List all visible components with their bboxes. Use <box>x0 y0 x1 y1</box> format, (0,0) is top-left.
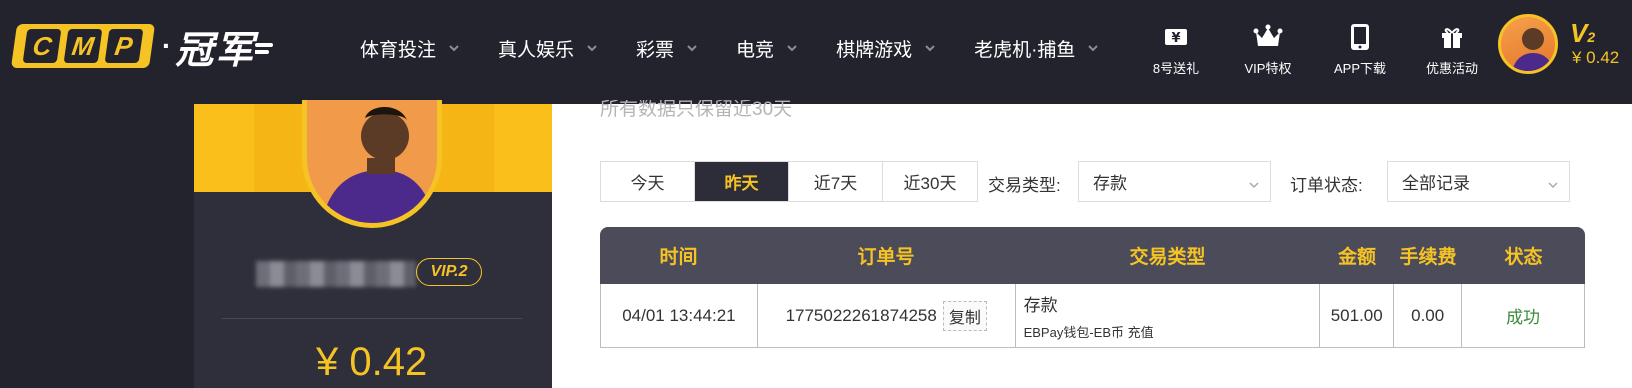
order-status-label: 订单状态: <box>1290 176 1363 195</box>
chevron-down-icon <box>1248 176 1260 196</box>
date-filter-today[interactable]: 今天 <box>601 162 695 201</box>
tool-promotions[interactable]: 优惠活动 <box>1406 22 1498 77</box>
nav-item-label: 老虎机·捕鱼 <box>974 39 1076 61</box>
date-filter-7days[interactable]: 近7天 <box>789 162 883 201</box>
vip-badge: VIP.2 <box>416 258 482 286</box>
tool-label: APP下载 <box>1333 61 1386 76</box>
nav-item-label: 彩票 <box>636 39 675 61</box>
tool-label: 8号送礼 <box>1152 61 1200 76</box>
table-row[interactable]: 04/01 13:44:21 1775022261874258 复制 存款 EB… <box>600 284 1585 348</box>
column-header-time: 时间 <box>659 247 698 268</box>
top-nav-bar: C M P · 冠军 体育投注 真人娱乐 彩票 电竞 棋牌游戏 老虎机·捕鱼 ¥… <box>0 0 1632 104</box>
logo-letters-box: C M P <box>10 24 156 68</box>
logo-dot: · <box>162 30 172 61</box>
header-balance: ¥ 0.42 <box>1572 48 1620 67</box>
order-number: 1775022261874258 <box>785 305 937 325</box>
logo-dash-mark <box>253 29 275 63</box>
tool-app[interactable]: APP下载 <box>1314 22 1406 77</box>
crown-icon <box>1222 22 1314 52</box>
profile-divider <box>222 318 522 319</box>
phone-icon <box>1314 22 1406 52</box>
nav-item-esports[interactable]: 电竞 <box>736 35 798 62</box>
chevron-down-icon <box>1547 176 1559 196</box>
nav-item-label: 棋牌游戏 <box>836 39 913 61</box>
column-header-status: 状态 <box>1504 247 1543 268</box>
column-header-type: 交易类型 <box>1129 247 1206 268</box>
column-header-order-no: 订单号 <box>857 247 915 268</box>
tool-label: VIP特权 <box>1244 61 1292 76</box>
transaction-type-label: 交易类型: <box>988 176 1061 195</box>
chevron-down-icon <box>786 42 798 54</box>
tool-label: 优惠活动 <box>1425 61 1478 76</box>
nav-item-lottery[interactable]: 彩票 <box>636 35 698 62</box>
header-tools: ¥ 8号送礼 VIP特权 APP下载 优惠活动 <box>1130 22 1498 77</box>
order-status-value: 全部记录 <box>1402 174 1470 193</box>
cell-order-no: 1775022261874258 复制 <box>758 284 1016 347</box>
main-nav: 体育投注 真人娱乐 彩票 电竞 棋牌游戏 老虎机·捕鱼 <box>360 30 1137 66</box>
nav-item-live-casino[interactable]: 真人娱乐 <box>498 35 598 62</box>
type-detail: EBPay钱包-EB币 充值 <box>1023 324 1154 340</box>
nav-item-sports[interactable]: 体育投注 <box>360 35 460 62</box>
logo-text: 冠军 <box>175 29 256 72</box>
logo-letter-p: P <box>104 29 144 63</box>
column-header-amount: 金额 <box>1337 247 1376 268</box>
transaction-type-select[interactable]: 存款 <box>1078 161 1271 202</box>
table-header: 时间 订单号 交易类型 金额 手续费 状态 <box>600 227 1585 284</box>
username-blurred <box>256 261 416 287</box>
tool-vip[interactable]: VIP特权 <box>1222 22 1314 77</box>
logo-letter-m: M <box>63 29 103 63</box>
svg-text:¥: ¥ <box>1171 31 1180 46</box>
date-filter-yesterday[interactable]: 昨天 <box>695 162 789 201</box>
yen-ticket-icon: ¥ <box>1130 22 1222 52</box>
cell-amount: 501.00 <box>1320 284 1395 347</box>
nav-item-slots-fishing[interactable]: 老虎机·捕鱼 <box>974 35 1099 62</box>
nav-item-card-games[interactable]: 棋牌游戏 <box>836 35 936 62</box>
date-filter-group: 今天 昨天 近7天 近30天 <box>600 161 978 202</box>
cell-status: 成功 <box>1506 308 1541 327</box>
transaction-type-value: 存款 <box>1093 174 1127 193</box>
cell-time: 04/01 13:44:21 <box>601 284 758 347</box>
chevron-down-icon <box>686 42 698 54</box>
gift-icon <box>1406 22 1498 52</box>
profile-balance: ¥ 0.42 <box>316 340 428 384</box>
avatar[interactable] <box>1498 14 1558 74</box>
nav-item-label: 真人娱乐 <box>498 39 575 61</box>
logo-letter-c: C <box>22 29 62 63</box>
nav-item-label: 电竞 <box>736 39 775 61</box>
vip-level-indicator: V2 <box>1570 18 1596 48</box>
cell-fee: 0.00 <box>1394 284 1463 347</box>
transaction-table: 时间 订单号 交易类型 金额 手续费 状态 04/01 13:44:21 177… <box>600 227 1585 348</box>
copy-order-button[interactable]: 复制 <box>942 300 987 331</box>
order-status-select[interactable]: 全部记录 <box>1387 161 1570 202</box>
logo[interactable]: C M P · 冠军 <box>10 24 275 72</box>
chevron-down-icon <box>448 42 460 54</box>
type-main: 存款 <box>1023 295 1058 315</box>
chevron-down-icon <box>1087 42 1099 54</box>
column-header-fee: 手续费 <box>1399 247 1457 268</box>
date-filter-30days[interactable]: 近30天 <box>883 162 977 201</box>
data-retention-note: 所有数据只保留近30天 <box>600 100 793 120</box>
chevron-down-icon <box>586 42 598 54</box>
chevron-down-icon <box>924 42 936 54</box>
nav-item-label: 体育投注 <box>360 39 437 61</box>
cell-type: 存款 EBPay钱包-EB币 充值 <box>1016 284 1321 347</box>
tool-gift-8[interactable]: ¥ 8号送礼 <box>1130 22 1222 77</box>
